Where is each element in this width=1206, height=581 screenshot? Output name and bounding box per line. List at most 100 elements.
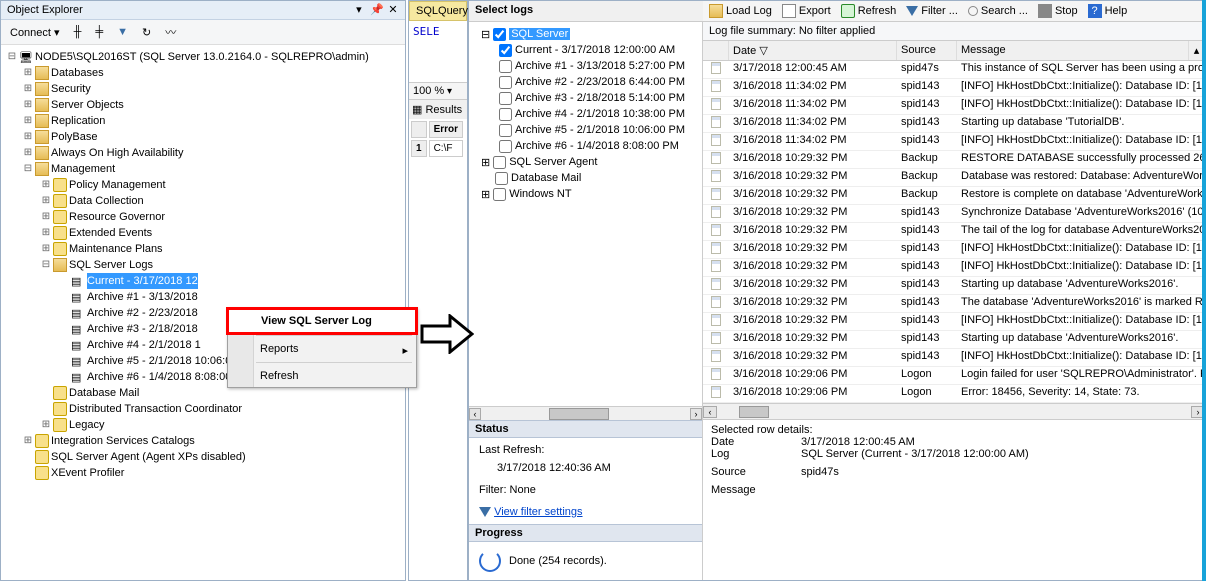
stop-button[interactable]: Stop	[1038, 4, 1078, 18]
activity-icon[interactable]: 〰	[162, 23, 179, 41]
help-button[interactable]: ?Help	[1088, 4, 1128, 18]
log-row[interactable]: 3/16/2018 10:29:32 PM Backup Database wa…	[703, 169, 1205, 187]
tree-windows-nt[interactable]: ⊞Windows NT	[473, 186, 698, 202]
tree-node[interactable]: ⊞Security	[3, 81, 403, 97]
tree-node[interactable]: ⊞Databases	[3, 65, 403, 81]
tree-sql-server[interactable]: ⊟SQL Server	[473, 26, 698, 42]
load-log-button[interactable]: Load Log	[709, 4, 772, 18]
tree-scrollbar[interactable]: ‹ ›	[469, 406, 702, 420]
query-text[interactable]: SELE	[409, 21, 467, 42]
log-row[interactable]: 3/16/2018 10:29:32 PM spid143 [INFO] HkH…	[703, 313, 1205, 331]
log-file-node[interactable]: ▤Archive #1 - 3/13/2018	[3, 289, 403, 305]
log-row[interactable]: 3/16/2018 10:29:32 PM spid143 The databa…	[703, 295, 1205, 313]
close-icon[interactable]: ✕	[387, 4, 399, 16]
management-node[interactable]: ⊟Management	[3, 161, 403, 177]
tree-node[interactable]: SQL Server Agent (Agent XPs disabled)	[3, 449, 403, 465]
log-tree-item[interactable]: Archive #3 - 2/18/2018 5:14:00 PM	[473, 90, 698, 106]
context-reports[interactable]: Reports▸	[228, 338, 416, 360]
log-row[interactable]: 3/16/2018 11:34:02 PM spid143 [INFO] HkH…	[703, 133, 1205, 151]
checkbox-log-item[interactable]	[499, 124, 512, 137]
query-tab[interactable]: SQLQuery1	[409, 1, 467, 21]
tree-node[interactable]: ⊞Maintenance Plans	[3, 241, 403, 257]
refresh-button[interactable]: Refresh	[841, 4, 897, 18]
scroll-thumb[interactable]	[549, 408, 609, 420]
sql-server-logs-node[interactable]: ⊟SQL Server Logs	[3, 257, 403, 273]
tree-node[interactable]: ⊞Always On High Availability	[3, 145, 403, 161]
log-row[interactable]: 3/16/2018 10:29:06 PM Logon Error: 18456…	[703, 385, 1205, 403]
log-row[interactable]: 3/16/2018 10:29:32 PM Backup Restore is …	[703, 187, 1205, 205]
search-button[interactable]: Search ...	[968, 5, 1028, 17]
context-view-sql-server-log[interactable]: View SQL Server Log	[226, 307, 418, 335]
tree-sql-server-agent[interactable]: ⊞SQL Server Agent	[473, 154, 698, 170]
log-row[interactable]: 3/16/2018 10:29:32 PM Backup RESTORE DAT…	[703, 151, 1205, 169]
scroll-thumb[interactable]	[739, 406, 769, 418]
results-cell[interactable]: C:\F	[429, 140, 463, 157]
log-tree-item[interactable]: Archive #1 - 3/13/2018 5:27:00 PM	[473, 58, 698, 74]
checkbox-log-item[interactable]	[499, 60, 512, 73]
tree-node[interactable]: ⊞PolyBase	[3, 129, 403, 145]
tree-node[interactable]: ⊞Extended Events	[3, 225, 403, 241]
checkbox-log-item[interactable]	[499, 108, 512, 121]
tree-node[interactable]: ⊞Policy Management	[3, 177, 403, 193]
tool-icon-1[interactable]: ╫	[71, 25, 85, 39]
checkbox-dbmail[interactable]	[495, 172, 508, 185]
tree-node[interactable]: ⊞Server Objects	[3, 97, 403, 113]
filter-icon[interactable]: ▼	[114, 25, 131, 39]
filter-button[interactable]: Filter ...	[906, 5, 958, 17]
select-logs-tree[interactable]: ⊟SQL Server Current - 3/17/2018 12:00:00…	[469, 22, 702, 206]
log-row[interactable]: 3/16/2018 10:29:32 PM spid143 [INFO] HkH…	[703, 241, 1205, 259]
grid-scrollbar[interactable]: ‹ ›	[703, 403, 1205, 419]
pin-icon[interactable]: 📌	[370, 4, 382, 16]
log-row[interactable]: 3/16/2018 10:29:32 PM spid143 Starting u…	[703, 277, 1205, 295]
log-row[interactable]: 3/16/2018 10:29:32 PM spid143 Synchroniz…	[703, 205, 1205, 223]
log-row[interactable]: 3/16/2018 10:29:32 PM spid143 Starting u…	[703, 331, 1205, 349]
tree-node[interactable]: ⊞Replication	[3, 113, 403, 129]
tree-node[interactable]: XEvent Profiler	[3, 465, 403, 481]
col-message[interactable]: Message	[957, 41, 1189, 60]
checkbox-log-item[interactable]	[499, 92, 512, 105]
tool-icon-2[interactable]: ╪	[92, 25, 106, 39]
log-tree-item[interactable]: Current - 3/17/2018 12:00:00 AM	[473, 42, 698, 58]
export-button[interactable]: Export	[782, 4, 831, 18]
scroll-right-icon[interactable]: ›	[690, 408, 702, 420]
tree-node[interactable]: Distributed Transaction Coordinator	[3, 401, 403, 417]
results-row-header[interactable]: 1	[411, 140, 427, 157]
connect-dropdown[interactable]: Connect ▾	[7, 25, 63, 40]
collapse-icon[interactable]: ⊟	[481, 28, 490, 41]
tree-node[interactable]: ⊞Resource Governor	[3, 209, 403, 225]
checkbox-log-item[interactable]	[499, 44, 512, 57]
log-grid-rows[interactable]: 3/17/2018 12:00:45 AM spid47s This insta…	[703, 61, 1205, 403]
dropdown-icon[interactable]: ▾	[353, 4, 365, 16]
tree-node[interactable]: ⊞Integration Services Catalogs	[3, 433, 403, 449]
context-refresh[interactable]: Refresh	[228, 365, 416, 387]
view-filter-settings-link[interactable]: View filter settings	[494, 506, 582, 518]
log-row[interactable]: 3/17/2018 12:00:45 AM spid47s This insta…	[703, 61, 1205, 79]
expand-icon[interactable]: ⊞	[481, 156, 490, 169]
log-tree-item[interactable]: Archive #6 - 1/4/2018 8:08:00 PM	[473, 138, 698, 154]
log-file-node[interactable]: ▤Current - 3/17/2018 12	[3, 273, 403, 289]
log-row[interactable]: 3/16/2018 11:34:02 PM spid143 [INFO] HkH…	[703, 79, 1205, 97]
log-row[interactable]: 3/16/2018 10:29:06 PM Logon Login failed…	[703, 367, 1205, 385]
scroll-left-icon[interactable]: ‹	[469, 408, 481, 420]
log-row[interactable]: 3/16/2018 10:29:32 PM spid143 [INFO] HkH…	[703, 259, 1205, 277]
scroll-left-icon[interactable]: ‹	[703, 406, 717, 418]
col-date[interactable]: Date ▽	[729, 41, 897, 60]
zoom-level[interactable]: 100 % ▾	[409, 82, 467, 99]
log-row[interactable]: 3/16/2018 11:34:02 PM spid143 Starting u…	[703, 115, 1205, 133]
checkbox-log-item[interactable]	[499, 140, 512, 153]
checkbox-sql-server[interactable]	[493, 28, 506, 41]
expand-icon[interactable]: ⊞	[481, 188, 490, 201]
checkbox-agent[interactable]	[493, 156, 506, 169]
log-row[interactable]: 3/16/2018 11:34:02 PM spid143 [INFO] HkH…	[703, 97, 1205, 115]
results-tab[interactable]: ▦ Results	[409, 99, 467, 119]
checkbox-winnt[interactable]	[493, 188, 506, 201]
col-source[interactable]: Source	[897, 41, 957, 60]
log-tree-item[interactable]: Archive #5 - 2/1/2018 10:06:00 PM	[473, 122, 698, 138]
object-explorer-tree[interactable]: ⊟🖥NODE5\SQL2016ST (SQL Server 13.0.2164.…	[1, 45, 405, 485]
tree-node[interactable]: ⊞Legacy	[3, 417, 403, 433]
refresh-icon[interactable]: ↻	[139, 25, 154, 40]
log-row[interactable]: 3/16/2018 10:29:32 PM spid143 [INFO] HkH…	[703, 349, 1205, 367]
log-row[interactable]: 3/16/2018 10:29:32 PM spid143 The tail o…	[703, 223, 1205, 241]
tree-node[interactable]: ⊞Data Collection	[3, 193, 403, 209]
results-col-header[interactable]: Error	[429, 121, 463, 138]
